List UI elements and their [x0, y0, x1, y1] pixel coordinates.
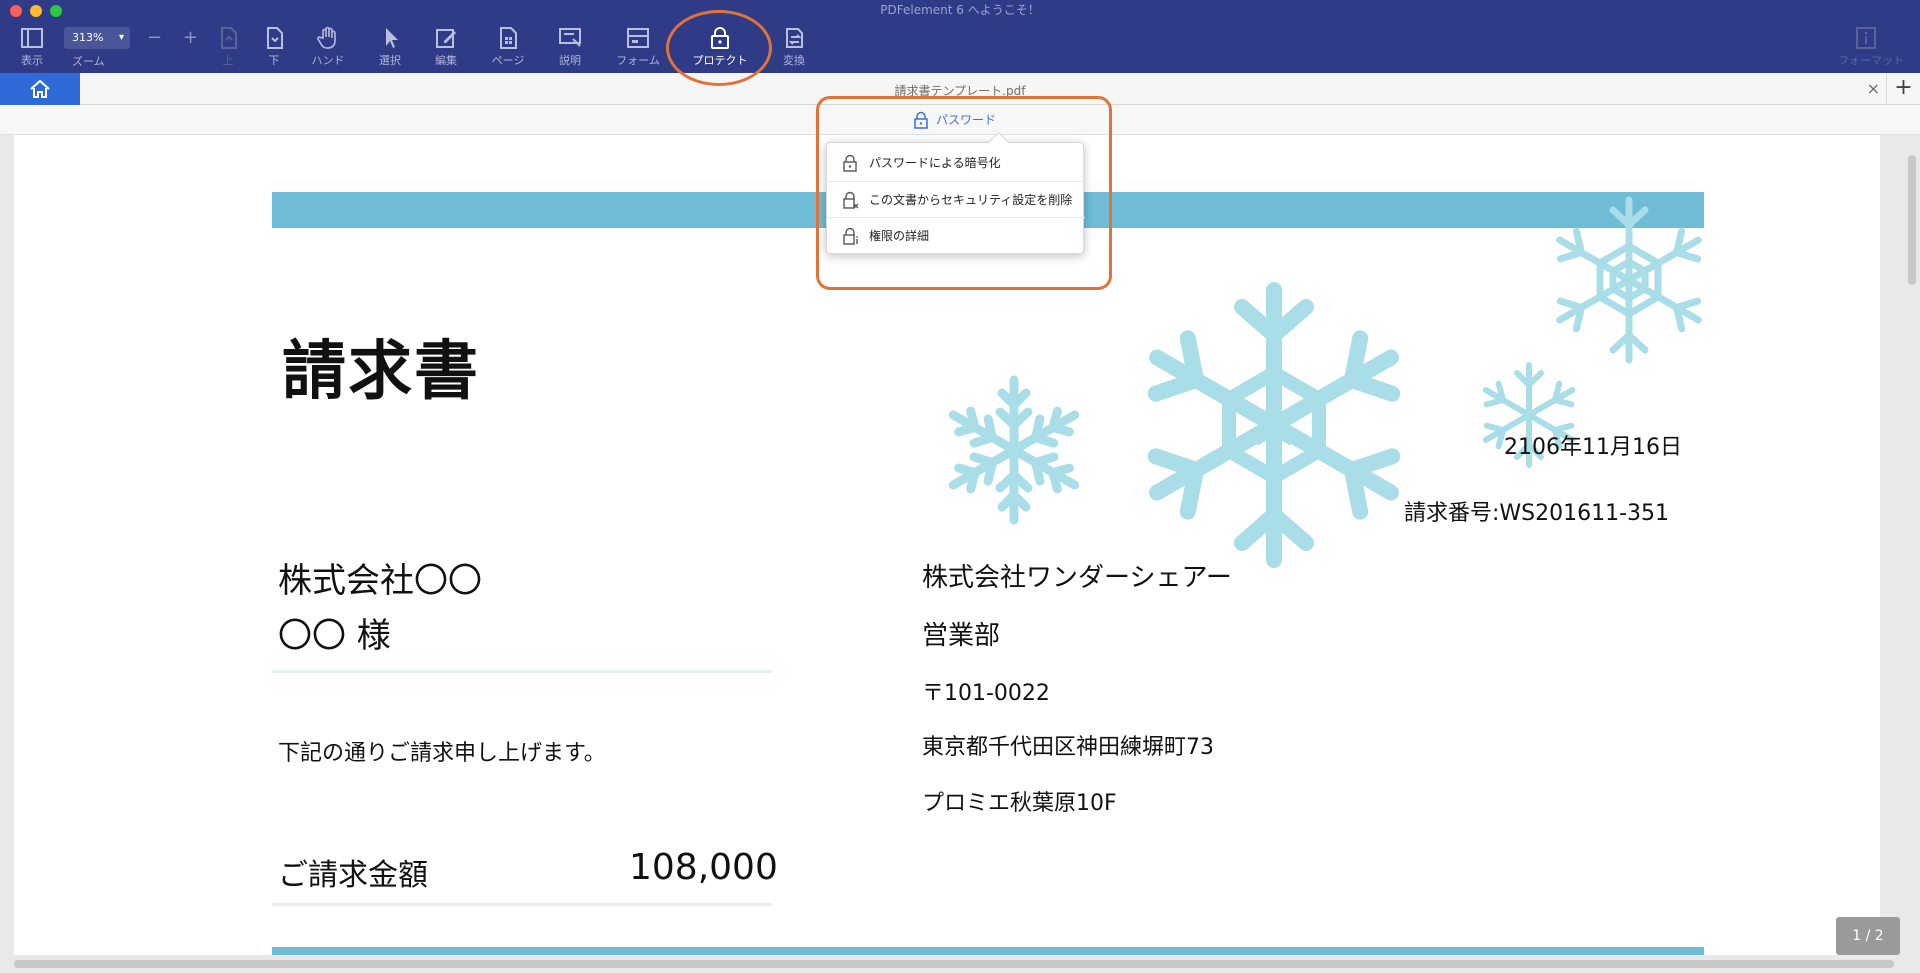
tab-bar: 請求書テンプレート.pdf × +	[0, 73, 1920, 105]
protect-label: プロテクト	[692, 54, 748, 67]
footer-band	[272, 947, 1704, 955]
sender-company: 株式会社ワンダーシェアー	[922, 563, 1232, 593]
snowflake-medium-icon	[944, 375, 1084, 525]
form-icon	[627, 28, 649, 48]
page-down-icon	[267, 27, 283, 49]
edit-icon	[436, 29, 456, 48]
password-label: パスワード	[936, 113, 997, 127]
lock-icon	[914, 111, 928, 129]
minimize-window-button[interactable]	[30, 5, 42, 17]
close-window-button[interactable]	[10, 5, 22, 17]
comment-icon	[559, 28, 581, 47]
zoom-label: ズーム	[72, 55, 105, 68]
edit-label: 編集	[435, 54, 457, 67]
hand-tool-button[interactable]: ハンド	[300, 24, 356, 70]
convert-tool-button[interactable]: 変換	[766, 24, 822, 70]
format-panel-button[interactable]: フォーマット	[1838, 24, 1904, 70]
snowflake-top-right-icon	[1544, 196, 1714, 365]
down-label: 下	[268, 54, 280, 67]
snowflake-large-icon	[1124, 282, 1424, 575]
password-button[interactable]: パスワード	[912, 110, 996, 130]
zoom-in-button[interactable]: +	[183, 27, 198, 48]
sender-zip: 〒101-0022	[922, 681, 1050, 706]
menu-item-label: この文書からセキュリティ設定を削除	[869, 193, 1073, 207]
zoom-value: 313%	[72, 31, 104, 44]
view-label: 表示	[21, 54, 43, 67]
comment-tool-button[interactable]: 説明	[542, 24, 598, 70]
comment-label: 説明	[559, 54, 581, 67]
form-label: フォーム	[616, 54, 660, 67]
customer-underline	[272, 670, 772, 673]
lock-remove-icon	[843, 191, 859, 209]
convert-icon	[786, 28, 803, 48]
menu-item-remove-security[interactable]: この文書からセキュリティ設定を削除	[827, 181, 1085, 217]
password-menu: パスワードによる暗号化 この文書からセキュリティ設定を削除 権限の詳細	[826, 142, 1085, 254]
amount-value: 108,000	[629, 847, 778, 888]
select-label: 選択	[379, 54, 401, 67]
pdf-page: 請求書 2106年11月16日 請求番号:WS201611-351 株式会社〇〇…	[14, 135, 1880, 955]
zoom-window-button[interactable]	[50, 5, 62, 17]
sidebar-icon	[21, 28, 43, 48]
lock-info-icon	[843, 227, 858, 245]
protect-subtoolbar: パスワード	[0, 105, 1920, 135]
customer-company: 株式会社〇〇	[278, 561, 482, 601]
page-tool-button[interactable]: ページ	[480, 24, 536, 70]
add-tab-button[interactable]: +	[1886, 73, 1920, 105]
menu-item-label: パスワードによる暗号化	[869, 156, 1001, 170]
sender-department: 営業部	[922, 621, 1001, 651]
chevron-down-icon: ▾	[118, 32, 124, 43]
page-label: ページ	[491, 54, 525, 67]
amount-underline	[272, 903, 772, 906]
menu-item-permission-details[interactable]: 権限の詳細	[827, 217, 1085, 253]
horizontal-scrollbar[interactable]	[14, 960, 1894, 968]
protect-tool-button[interactable]: プロテクト	[692, 24, 748, 70]
format-label: フォーマット	[1838, 54, 1904, 67]
cursor-icon	[386, 28, 398, 48]
view-button[interactable]: 表示	[4, 24, 60, 70]
menu-item-encrypt[interactable]: パスワードによる暗号化	[827, 145, 1085, 181]
lock-icon	[711, 27, 729, 49]
hand-label: ハンド	[311, 54, 345, 67]
convert-label: 変換	[783, 54, 805, 67]
window-title: PDFelement 6 へようこそ！	[880, 3, 1040, 17]
sender-building: プロミエ秋葉原10F	[922, 791, 1117, 816]
page-up-icon	[221, 27, 237, 49]
invoice-date: 2106年11月16日	[1504, 435, 1682, 460]
info-icon	[1856, 27, 1876, 49]
page-icon	[500, 27, 517, 49]
customer-person: 〇〇 様	[278, 616, 391, 656]
amount-label: ご請求金額	[278, 858, 428, 893]
close-tab-button[interactable]: ×	[1867, 79, 1880, 98]
sender-address: 東京都千代田区神田練塀町73	[922, 735, 1214, 760]
page-down-button[interactable]: 下	[246, 24, 302, 70]
zoom-out-button[interactable]: −	[147, 27, 162, 48]
lock-icon	[843, 154, 857, 172]
zoom-select[interactable]: 313% ▾	[64, 27, 130, 49]
menu-item-label: 権限の詳細	[869, 229, 930, 243]
invoice-number: 請求番号:WS201611-351	[1404, 501, 1670, 526]
hand-icon	[317, 26, 336, 49]
main-toolbar: PDFelement 6 へようこそ！ 表示 313% ▾ ズーム − + 上 …	[0, 0, 1920, 73]
form-tool-button[interactable]: フォーム	[610, 24, 666, 70]
invoice-intro: 下記の通りご請求申し上げます。	[278, 741, 606, 766]
vertical-scrollbar[interactable]	[1908, 155, 1916, 285]
invoice-title: 請求書	[282, 335, 480, 409]
edit-tool-button[interactable]: 編集	[418, 24, 474, 70]
document-viewport[interactable]: 請求書 2106年11月16日 請求番号:WS201611-351 株式会社〇〇…	[0, 135, 1920, 973]
page-indicator: 1 / 2	[1836, 917, 1900, 955]
document-tab-title[interactable]: 請求書テンプレート.pdf	[0, 82, 1920, 99]
select-tool-button[interactable]: 選択	[362, 24, 418, 70]
